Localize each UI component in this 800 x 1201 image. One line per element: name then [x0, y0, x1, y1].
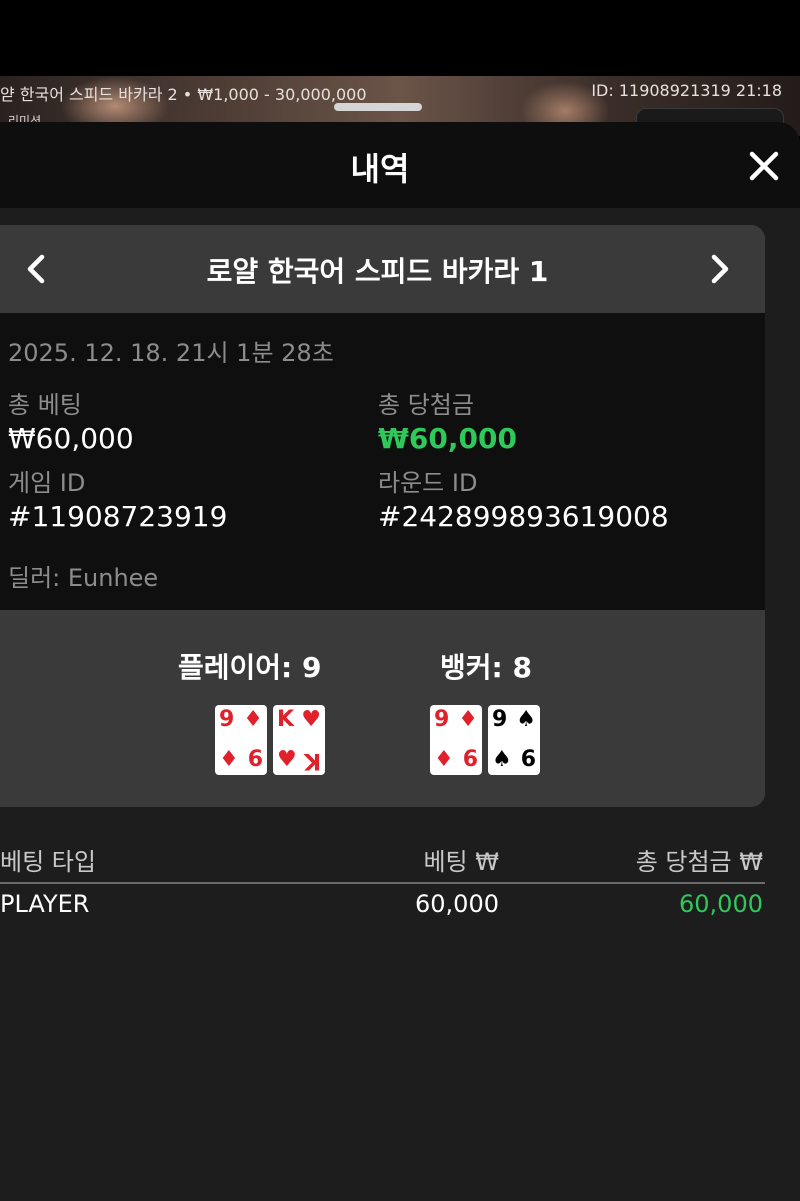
player-card: 9 ♦ ♦ 6: [215, 705, 267, 775]
round-nav: 로얄 한국어 스피드 바카라 1: [0, 225, 765, 313]
card-suit-top-icon: ♦: [458, 707, 478, 732]
round-date: 2025. 12. 18. 21시 1분 28초: [8, 339, 334, 367]
chevron-right-icon: [711, 254, 729, 284]
close-button[interactable]: [742, 144, 786, 188]
card-rank-top: 9: [492, 707, 508, 732]
total-bet-value: ₩60,000: [8, 422, 134, 455]
card-suit-bottom-icon: ♥: [277, 747, 297, 772]
total-win-label: 총 당첨금: [378, 391, 474, 419]
game-info-text: 얃 한국어 스피드 바카라 2 • ₩1,000 - 30,000,000: [0, 85, 367, 104]
banker-card: 9 ♦ ♦ 6: [430, 705, 482, 775]
card-rank-bottom: K: [303, 748, 321, 773]
col-header-bet: 베팅 ₩: [423, 848, 499, 876]
status-bar: [0, 0, 800, 76]
game-id-label: 게임 ID: [8, 469, 86, 497]
sheet-title: 내역: [350, 150, 410, 188]
card-suit-top-icon: ♥: [301, 707, 321, 732]
row-win: 60,000: [679, 890, 763, 918]
row-bet: 60,000: [415, 890, 499, 918]
card-suit-top-icon: ♦: [243, 707, 263, 732]
round-id-value: #242899893619008: [378, 500, 669, 533]
banker-score: 뱅커: 8: [440, 651, 532, 684]
game-id-text: ID: 11908921319 21:18: [591, 81, 782, 100]
sheet-header: 내역: [0, 122, 800, 208]
card-suit-bottom-icon: ♦: [219, 747, 239, 772]
round-info: 2025. 12. 18. 21시 1분 28초 총 베팅 ₩60,000 총 …: [0, 313, 765, 610]
sheet-drag-handle[interactable]: [334, 103, 422, 111]
col-header-win: 총 당첨금 ₩: [635, 848, 763, 876]
round-result: 플레이어: 9 뱅커: 8 9 ♦ ♦ 6 K ♥ ♥ K 9 ♦ ♦ 6 9 ♠ ♠ 6: [0, 610, 765, 807]
close-icon: [749, 151, 779, 181]
banker-card: 9 ♠ ♠ 6: [488, 705, 540, 775]
card-rank-top: 9: [219, 707, 235, 732]
table-divider: [0, 882, 765, 884]
col-header-type: 베팅 타입: [0, 848, 96, 876]
game-id-value: #11908723919: [8, 500, 228, 533]
player-card: K ♥ ♥ K: [273, 705, 325, 775]
card-rank-bottom: 6: [462, 747, 478, 772]
history-sheet: 내역 로얄 한국어 스피드 바카라 1 2025. 12. 18. 21시 1분…: [0, 122, 800, 1201]
card-suit-top-icon: ♠: [516, 707, 536, 732]
card-suit-bottom-icon: ♠: [492, 747, 512, 772]
card-rank-top: K: [277, 707, 295, 732]
dealer-name: 딜러: Eunhee: [8, 564, 159, 592]
total-bet-label: 총 베팅: [8, 391, 82, 419]
total-win-value: ₩60,000: [378, 422, 517, 455]
card-suit-bottom-icon: ♦: [434, 747, 454, 772]
player-score: 플레이어: 9: [178, 651, 322, 684]
table-name-title: 로얄 한국어 스피드 바카라 1: [206, 255, 549, 288]
card-rank-bottom: 6: [520, 747, 536, 772]
card-rank-top: 9: [434, 707, 450, 732]
row-type: PLAYER: [0, 890, 90, 918]
next-round-button[interactable]: [698, 247, 742, 291]
round-detail-panel: 로얄 한국어 스피드 바카라 1 2025. 12. 18. 21시 1분 28…: [0, 225, 765, 807]
card-rank-bottom: 6: [247, 747, 263, 772]
round-id-label: 라운드 ID: [378, 469, 478, 497]
